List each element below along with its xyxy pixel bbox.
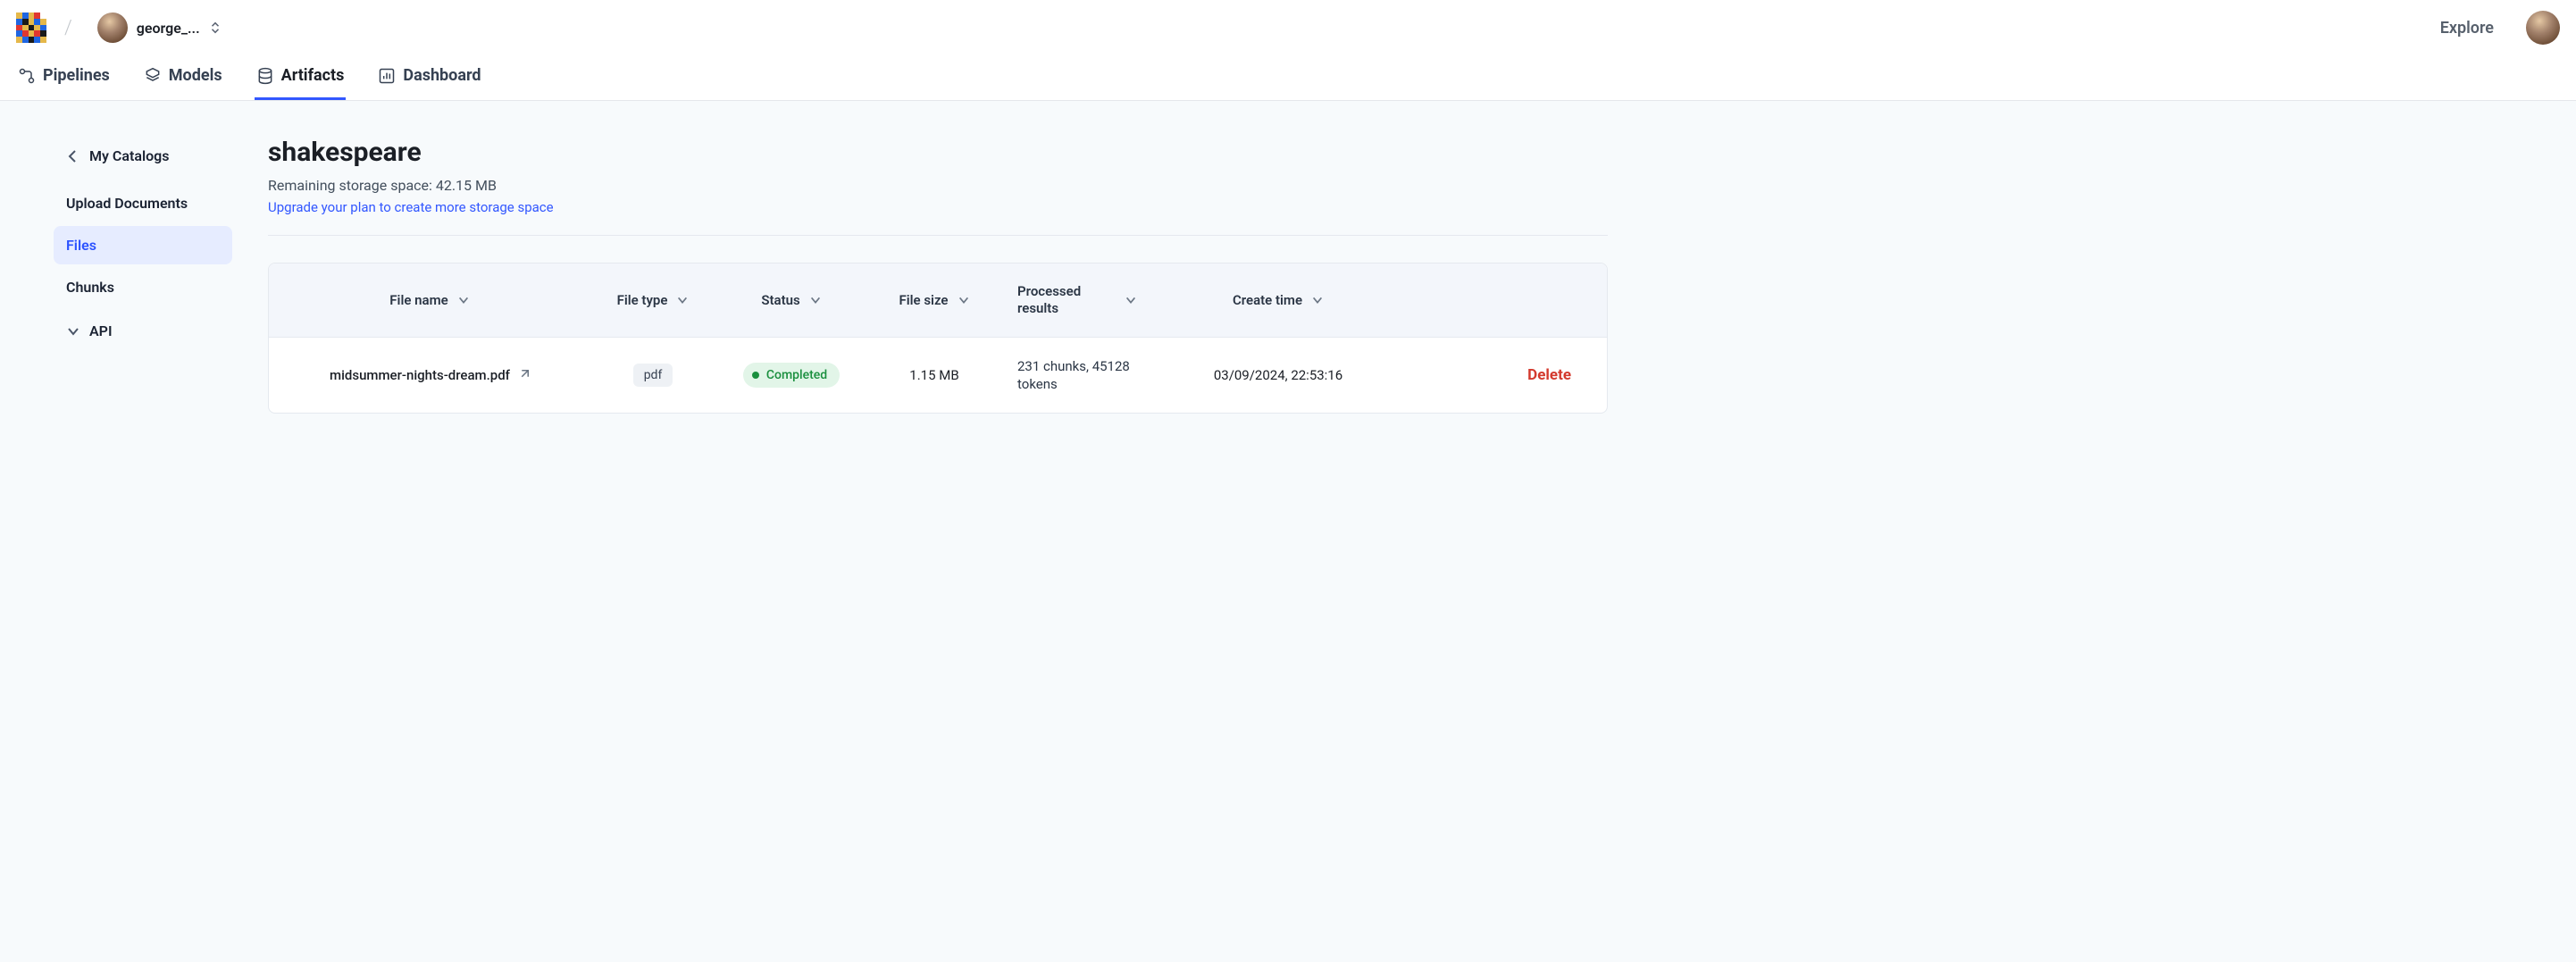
- divider: [268, 235, 1608, 236]
- th-label: File size: [899, 292, 949, 308]
- sidebar-item-chunks[interactable]: Chunks: [54, 268, 232, 306]
- chevron-down-icon: [676, 294, 689, 306]
- cell-status: Completed: [715, 338, 867, 414]
- tab-models-label: Models: [169, 66, 222, 85]
- th-label: Create time: [1233, 292, 1302, 308]
- tab-dashboard-label: Dashboard: [403, 66, 481, 85]
- user-avatar-small: [97, 13, 128, 43]
- th-label: Processed results: [1017, 283, 1116, 317]
- th-actions: [1385, 264, 1607, 337]
- create-time-text: 03/09/2024, 22:53:16: [1214, 367, 1342, 383]
- main-nav: Pipelines Models Artifacts Dashboard: [0, 52, 2576, 101]
- main-content: shakespeare Remaining storage space: 42.…: [268, 101, 1661, 962]
- file-type-badge: pdf: [633, 364, 673, 387]
- cell-file-size: 1.15 MB: [867, 338, 1001, 414]
- sidebar-item-label: Upload Documents: [66, 195, 188, 212]
- breadcrumb-separator: /: [59, 17, 78, 39]
- cell-file-type: pdf: [590, 338, 715, 414]
- chevron-down-icon: [1125, 294, 1137, 306]
- cell-actions: Delete: [1385, 338, 1607, 414]
- topbar: / george_... Explore: [0, 0, 2576, 52]
- file-name-text: midsummer-nights-dream.pdf: [330, 367, 510, 383]
- sidebar: My Catalogs Upload Documents Files Chunk…: [0, 101, 268, 962]
- th-label: File type: [617, 292, 668, 308]
- app-logo[interactable]: [16, 13, 46, 43]
- user-avatar-menu[interactable]: [2526, 11, 2560, 45]
- external-link-icon: [517, 369, 530, 381]
- tab-pipelines[interactable]: Pipelines: [16, 61, 112, 100]
- storage-remaining: Remaining storage space: 42.15 MB: [268, 177, 1608, 194]
- chevron-down-icon: [66, 324, 80, 339]
- status-dot-icon: [752, 372, 759, 379]
- tab-pipelines-label: Pipelines: [43, 66, 110, 85]
- explore-link[interactable]: Explore: [2440, 19, 2494, 38]
- status-badge: Completed: [743, 363, 840, 388]
- sidebar-item-upload[interactable]: Upload Documents: [54, 184, 232, 222]
- cell-create-time: 03/09/2024, 22:53:16: [1171, 338, 1385, 414]
- cell-file-name[interactable]: midsummer-nights-dream.pdf: [269, 338, 590, 414]
- th-file-name[interactable]: File name: [269, 264, 590, 337]
- file-size-text: 1.15 MB: [909, 367, 958, 383]
- artifacts-icon: [256, 67, 274, 85]
- th-file-size[interactable]: File size: [867, 264, 1001, 337]
- arrow-left-icon: [66, 149, 80, 163]
- status-text: Completed: [766, 368, 827, 382]
- pipelines-icon: [18, 67, 36, 85]
- tab-models[interactable]: Models: [142, 61, 224, 100]
- chevron-down-icon: [958, 294, 970, 306]
- sidebar-item-label: Files: [66, 237, 96, 254]
- th-processed[interactable]: Processed results: [1001, 264, 1171, 337]
- tab-dashboard[interactable]: Dashboard: [376, 61, 482, 100]
- th-label: File name: [389, 292, 447, 308]
- table-row: midsummer-nights-dream.pdf pdf Completed…: [269, 338, 1607, 414]
- sidebar-back-catalogs[interactable]: My Catalogs: [54, 137, 232, 175]
- th-file-type[interactable]: File type: [590, 264, 715, 337]
- sidebar-item-files[interactable]: Files: [54, 226, 232, 264]
- delete-button[interactable]: Delete: [1527, 366, 1571, 384]
- th-create-time[interactable]: Create time: [1171, 264, 1385, 337]
- th-status[interactable]: Status: [715, 264, 867, 337]
- dashboard-icon: [378, 67, 396, 85]
- chevron-down-icon: [457, 294, 470, 306]
- upgrade-plan-link[interactable]: Upgrade your plan to create more storage…: [268, 199, 554, 215]
- table-header: File name File type Status File size Pro…: [269, 264, 1607, 338]
- th-label: Status: [761, 292, 799, 308]
- workspace-name: george_...: [137, 20, 200, 37]
- models-icon: [144, 67, 162, 85]
- sidebar-api-label: API: [89, 322, 113, 339]
- chevron-down-icon: [809, 294, 822, 306]
- sidebar-item-label: Chunks: [66, 279, 114, 296]
- chevron-up-down-icon: [209, 21, 222, 34]
- cell-processed: 231 chunks, 45128 tokens: [1001, 338, 1171, 414]
- body: My Catalogs Upload Documents Files Chunk…: [0, 101, 2576, 962]
- files-table: File name File type Status File size Pro…: [268, 263, 1608, 414]
- sidebar-back-label: My Catalogs: [89, 147, 169, 164]
- tab-artifacts-label: Artifacts: [281, 66, 345, 85]
- page-title: shakespeare: [268, 137, 1608, 168]
- chevron-down-icon: [1311, 294, 1324, 306]
- workspace-selector[interactable]: george_...: [90, 9, 229, 46]
- tab-artifacts[interactable]: Artifacts: [255, 61, 347, 100]
- sidebar-item-api[interactable]: API: [54, 312, 232, 350]
- processed-text: 231 chunks, 45128 tokens: [1017, 357, 1155, 394]
